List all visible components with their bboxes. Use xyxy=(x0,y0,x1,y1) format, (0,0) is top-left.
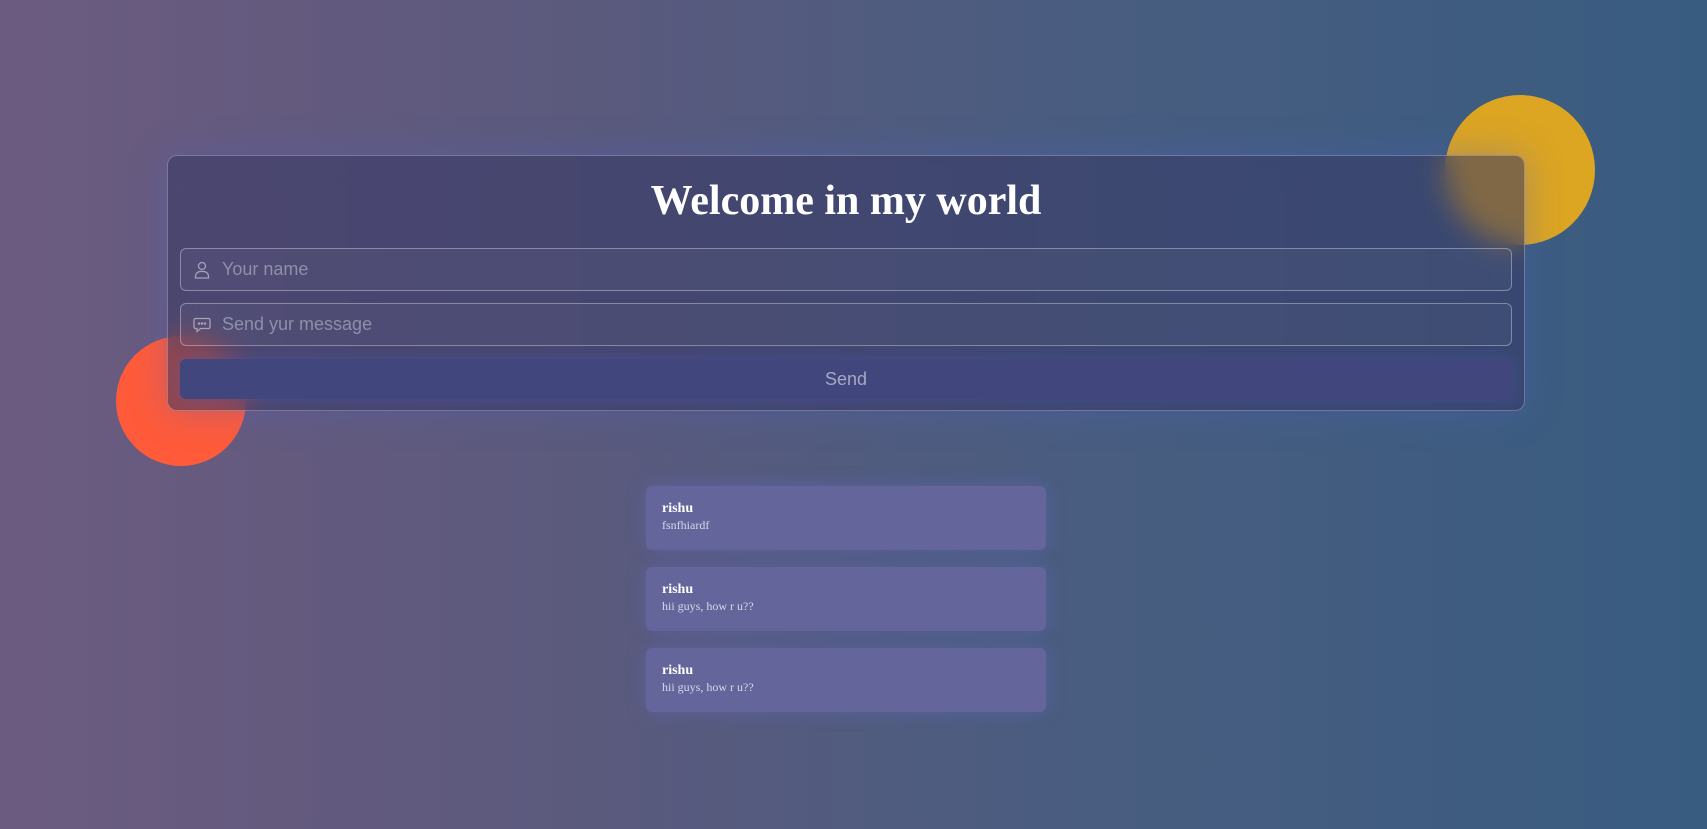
message-text: hii guys, how r u?? xyxy=(662,599,754,613)
chat-bubble-icon xyxy=(192,315,212,335)
message-author: rishu xyxy=(662,663,694,678)
message-field[interactable] xyxy=(180,303,1512,346)
message-author: rishu xyxy=(662,501,694,516)
name-field[interactable] xyxy=(180,248,1512,291)
message-text: hii guys, how r u?? xyxy=(662,680,754,694)
message-text: fsnfhiardf xyxy=(662,518,710,532)
user-icon xyxy=(192,260,212,280)
message-card: rishu hii guys, how r u?? xyxy=(646,567,1046,631)
message-form-card: Welcome in my world Send xyxy=(167,155,1525,411)
page-title: Welcome in my world xyxy=(650,178,1042,224)
message-list: rishu fsnfhiardf rishu hii guys, how r u… xyxy=(646,486,1046,729)
message-author: rishu xyxy=(662,582,694,597)
name-input[interactable] xyxy=(222,249,1511,290)
message-card: rishu hii guys, how r u?? xyxy=(646,648,1046,712)
message-card: rishu fsnfhiardf xyxy=(646,486,1046,550)
message-input[interactable] xyxy=(222,304,1511,345)
send-button[interactable]: Send xyxy=(180,359,1512,399)
